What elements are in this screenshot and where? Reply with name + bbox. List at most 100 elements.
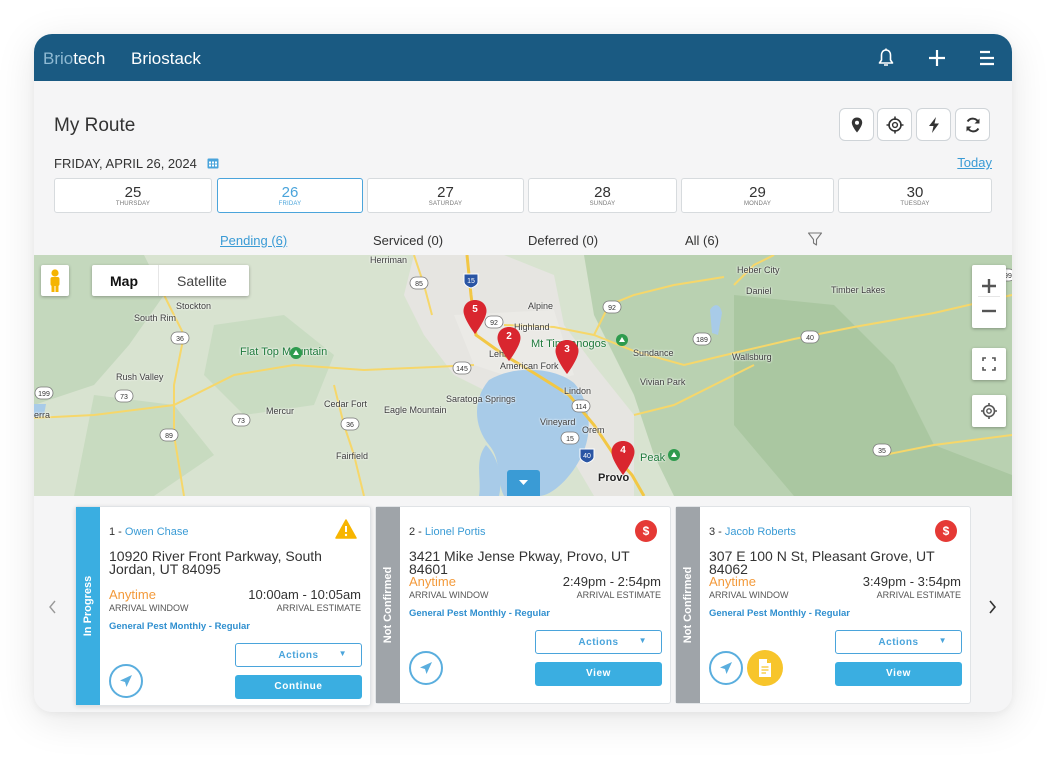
stop-address: 3421 Mike Jense Pkway, Provo, UT 84601 bbox=[409, 548, 630, 577]
customer-link[interactable]: Owen Chase bbox=[125, 526, 189, 538]
day-monday[interactable]: 29 MONDAY bbox=[681, 178, 834, 213]
day-tuesday[interactable]: 30 TUESDAY bbox=[838, 178, 992, 213]
park-marker-icon bbox=[290, 347, 302, 359]
map-type-satellite[interactable]: Satellite bbox=[177, 273, 227, 289]
street-view-pegman[interactable] bbox=[41, 265, 69, 296]
fullscreen-button[interactable] bbox=[972, 348, 1006, 380]
refresh-button[interactable] bbox=[955, 108, 990, 141]
park-marker-icon bbox=[668, 449, 680, 461]
payment-due-icon[interactable]: $ bbox=[935, 520, 957, 542]
actions-dropdown[interactable]: Actions ▼ bbox=[535, 630, 662, 654]
zoom-in-icon bbox=[982, 279, 996, 293]
status-bar: In Progress bbox=[76, 507, 100, 705]
customer-link[interactable]: Lionel Portis bbox=[425, 526, 486, 538]
fullscreen-icon bbox=[982, 357, 996, 371]
document-icon bbox=[759, 659, 771, 677]
zoom-control bbox=[972, 265, 1006, 328]
route-pin[interactable]: 2 bbox=[496, 326, 522, 362]
chevron-right-icon bbox=[989, 600, 997, 614]
brand-logo: Briotech bbox=[43, 49, 106, 68]
filter-icon[interactable] bbox=[807, 231, 823, 252]
stop-card[interactable]: Not Confirmed 3 - Jacob Roberts $ 307 E … bbox=[675, 506, 971, 704]
arrival-window-value: Anytime bbox=[109, 587, 156, 602]
route-map[interactable]: Herriman Heber City Daniel Timber Lakes … bbox=[34, 255, 1012, 496]
calendar-icon[interactable] bbox=[207, 156, 219, 174]
bell-icon[interactable] bbox=[874, 46, 898, 70]
pegman-icon bbox=[50, 269, 60, 292]
warning-icon[interactable] bbox=[335, 519, 357, 544]
day-saturday[interactable]: 27 SATURDAY bbox=[367, 178, 524, 213]
caret-down-icon: ▼ bbox=[938, 636, 947, 645]
arrival-estimate-value: 10:00am - 10:05am bbox=[248, 587, 361, 602]
today-link[interactable]: Today bbox=[957, 155, 992, 170]
chevron-left-icon bbox=[49, 600, 56, 614]
route-pin[interactable]: 3 bbox=[554, 339, 580, 375]
map-type-map[interactable]: Map bbox=[110, 273, 138, 289]
status-bar: Not Confirmed bbox=[676, 507, 700, 703]
next-arrow[interactable] bbox=[986, 599, 998, 620]
app-window: Briotech Briostack My Route FRIDAY, APRI… bbox=[34, 34, 1012, 712]
continue-button[interactable]: Continue bbox=[235, 675, 362, 699]
caret-down-icon: ▼ bbox=[338, 649, 347, 658]
navigate-arrow-icon bbox=[720, 662, 732, 674]
optimize-button[interactable] bbox=[916, 108, 951, 141]
crosshair-button[interactable] bbox=[877, 108, 912, 141]
navigate-button[interactable] bbox=[709, 651, 743, 685]
stop-card[interactable]: In Progress 1 - Owen Chase 10920 River F… bbox=[75, 506, 371, 706]
stop-address: 10920 River Front Parkway, South Jordan,… bbox=[109, 548, 322, 577]
caret-down-icon: ▼ bbox=[638, 636, 647, 645]
day-friday[interactable]: 26 FRIDAY bbox=[217, 178, 363, 213]
arrival-window-value: Anytime bbox=[709, 574, 756, 589]
tab-serviced[interactable]: Serviced (0) bbox=[373, 233, 443, 248]
route-pin[interactable]: 5 bbox=[462, 299, 488, 335]
navigate-button[interactable] bbox=[109, 664, 143, 698]
actions-dropdown[interactable]: Actions ▼ bbox=[835, 630, 962, 654]
arrival-estimate-caption: ARRIVAL ESTIMATE bbox=[576, 590, 661, 600]
stop-title: 3 - Jacob Roberts bbox=[709, 526, 796, 538]
service-name[interactable]: General Pest Monthly - Regular bbox=[409, 608, 550, 619]
collapse-map-button[interactable] bbox=[507, 470, 540, 496]
arrival-window-caption: ARRIVAL WINDOW bbox=[109, 603, 189, 613]
prev-arrow[interactable] bbox=[47, 599, 59, 620]
document-button[interactable] bbox=[747, 650, 783, 686]
bolt-icon bbox=[929, 117, 939, 133]
crosshair-icon bbox=[886, 116, 904, 134]
route-pin[interactable]: 4 bbox=[610, 440, 636, 476]
arrival-estimate-value: 2:49pm - 2:54pm bbox=[562, 574, 661, 589]
payment-due-icon[interactable]: $ bbox=[635, 520, 657, 542]
menu-icon[interactable] bbox=[975, 46, 999, 70]
arrival-estimate-caption: ARRIVAL ESTIMATE bbox=[876, 590, 961, 600]
tab-pending[interactable]: Pending (6) bbox=[220, 233, 287, 248]
page-title: My Route bbox=[54, 115, 136, 136]
day-sunday[interactable]: 28 SUNDAY bbox=[528, 178, 677, 213]
my-location-button[interactable] bbox=[972, 395, 1006, 427]
plus-icon[interactable] bbox=[925, 46, 949, 70]
arrival-window-value: Anytime bbox=[409, 574, 456, 589]
service-name[interactable]: General Pest Monthly - Regular bbox=[109, 621, 250, 632]
actions-dropdown[interactable]: Actions ▼ bbox=[235, 643, 362, 667]
tab-all[interactable]: All (6) bbox=[685, 233, 719, 248]
app-name: Briostack bbox=[131, 49, 201, 68]
stop-card[interactable]: Not Confirmed 2 - Lionel Portis $ 3421 M… bbox=[375, 506, 671, 704]
arrival-estimate-caption: ARRIVAL ESTIMATE bbox=[276, 603, 361, 613]
service-name[interactable]: General Pest Monthly - Regular bbox=[709, 608, 850, 619]
stop-title: 1 - Owen Chase bbox=[109, 526, 189, 538]
my-location-icon bbox=[981, 403, 997, 419]
view-button[interactable]: View bbox=[835, 662, 962, 686]
stop-cards: In Progress 1 - Owen Chase 10920 River F… bbox=[34, 496, 1012, 712]
status-bar: Not Confirmed bbox=[376, 507, 400, 703]
caret-down-icon bbox=[519, 480, 528, 485]
navigate-arrow-icon bbox=[420, 662, 432, 674]
location-pin-icon bbox=[851, 117, 863, 133]
day-thursday[interactable]: 25 THURSDAY bbox=[54, 178, 212, 213]
tab-deferred[interactable]: Deferred (0) bbox=[528, 233, 598, 248]
refresh-icon bbox=[966, 117, 980, 133]
customer-link[interactable]: Jacob Roberts bbox=[725, 526, 796, 538]
navigate-arrow-icon bbox=[120, 675, 132, 687]
map-type-control: Map Satellite bbox=[92, 265, 249, 296]
navigate-button[interactable] bbox=[409, 651, 443, 685]
park-marker-icon bbox=[616, 334, 628, 346]
location-pin-button[interactable] bbox=[839, 108, 874, 141]
route-date: FRIDAY, APRIL 26, 2024 bbox=[54, 156, 197, 171]
view-button[interactable]: View bbox=[535, 662, 662, 686]
